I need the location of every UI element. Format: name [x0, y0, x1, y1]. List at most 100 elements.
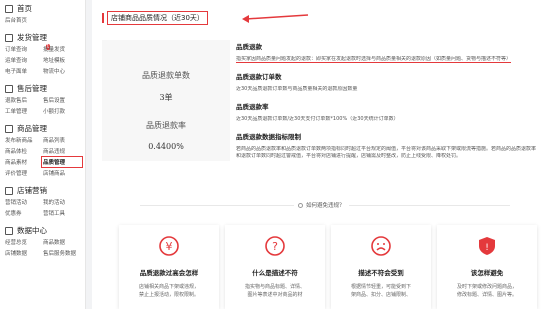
quality-summary-card: 品质退款单数 3单 品质退款率 0.4400%: [102, 40, 230, 161]
tile-penalty[interactable]: 描述不符会受到 根据情节轻重，可能受到下 架商品、扣分、店铺限制、: [331, 225, 431, 309]
question-icon: ?: [265, 236, 285, 256]
section-heading: 品质退款: [236, 43, 262, 51]
nav-item[interactable]: 电子面单: [5, 67, 43, 75]
svg-text:!: !: [485, 243, 489, 253]
nav-section: 发货管理 订单查询 1 批量发货 运单查询 地址模板 电子面单 物流中心: [0, 32, 85, 76]
tile-avoid[interactable]: ! 该怎样避免 及时下架或修改问题商品， 修改标题、详情、图片等。: [437, 225, 537, 309]
nav-row: 后台首页: [0, 14, 85, 25]
nav-section: 数据中心经营总览 商品数据 店铺数据 售后服务数据: [0, 225, 85, 258]
tile-desc: 图片等表述中对商品的材: [247, 292, 303, 298]
refund-count-label: 品质退款单数: [142, 71, 190, 80]
data-icon: [5, 226, 13, 235]
nav-row: 评价管理 店铺商品: [0, 167, 85, 178]
tile-desc: 根据情节轻重，可能受到下: [350, 284, 411, 290]
nav-item[interactable]: 运单查询: [5, 56, 43, 64]
nav-item[interactable]: 店铺数据: [5, 249, 43, 257]
nav-item[interactable]: 评价管理: [5, 169, 43, 177]
tile-title: 该怎样避免: [470, 269, 504, 277]
nav-section-5[interactable]: 数据中心: [0, 225, 85, 236]
nav-section: 店铺营销 营销活动 我的活动 优惠券 营销工具: [0, 185, 85, 218]
nav-row: 商品素材 品质管理: [0, 155, 85, 168]
nav-row: 商品体检 商品违规: [0, 145, 85, 156]
section-text: 近30天品质退款订单数/近30天支付订单数*100%（近30天统计订单数）: [236, 116, 399, 122]
nav-item[interactable]: 店铺商品: [43, 169, 81, 177]
nav-section-3[interactable]: 商品管理: [0, 123, 85, 134]
nav-section-title: 发货管理: [17, 33, 47, 42]
goods-icon: [5, 124, 13, 133]
nav-row: 运单查询 地址模板: [0, 54, 85, 65]
page-title: 店铺商品品质情况（近30天）: [102, 10, 208, 26]
svg-text:¥: ¥: [166, 240, 173, 253]
nav-row: 电子面单 物流中心: [0, 65, 85, 76]
nav-item[interactable]: 发布新商品: [5, 136, 43, 144]
nav-section-4[interactable]: 店铺营销: [0, 185, 85, 196]
circle-icon: [298, 202, 303, 208]
nav-item[interactable]: 商品列表: [43, 136, 81, 144]
nav-row: 营销活动 我的活动: [0, 196, 85, 207]
section-text: 近30天品质退款订单数与商品质量相关的退款原因数量: [236, 86, 358, 92]
section-heading: 品质退款数据指标限制: [236, 133, 301, 141]
nav-row: 优惠券 营销工具: [0, 207, 85, 218]
nav-item[interactable]: 商品违规: [43, 147, 81, 155]
divider-text: 如何避免违规？: [306, 203, 345, 209]
nav-section-title: 售后管理: [17, 84, 47, 93]
nav-item[interactable]: 我的活动: [43, 198, 81, 206]
section-heading: 品质退款率: [236, 103, 269, 111]
tile-desc: 店铺相关商品下架或违规，: [138, 284, 199, 290]
home-icon: [5, 4, 13, 13]
nav-section-title: 首页: [17, 4, 32, 13]
nav-item[interactable]: 订单查询 1: [5, 43, 50, 53]
tile-desc: 及时下架或修改问题商品，: [456, 284, 517, 290]
nav-section-title: 商品管理: [17, 124, 47, 133]
nav-item[interactable]: 售后服务数据: [43, 249, 81, 257]
nav-item[interactable]: 工单管理: [5, 107, 43, 115]
nav-section: 商品管理 发布新商品 商品列表 商品体检 商品违规 商品素材 品质管理 评价管理 店铺商品: [0, 123, 85, 178]
sidebar: 首页 后台首页 发货管理 订单查询 1 批量发货 运单查询 地址模板 电子面单 物流中心 售后管理退…: [0, 0, 86, 309]
tile-desc: 禁止上报活动，限权限制。: [138, 292, 199, 298]
definitions: 品质退款 指买家因商品质量问题发起的退款：即买家在发起退款时选择与商品质量相关的…: [236, 41, 554, 168]
nav-item[interactable]: 品质管理: [41, 155, 83, 168]
tile-high-refund[interactable]: ¥ 品质退款过高会怎样 店铺相关商品下架或违规， 禁止上报活动，限权限制。: [119, 225, 219, 309]
annotation-arrow-icon: [242, 14, 309, 23]
main-panel: 店铺商品品质情况（近30天） 品质退款单数 3单 品质退款率 0.4400% 品…: [92, 0, 560, 309]
tile-title: 描述不符会受到: [358, 269, 404, 277]
refund-rate-value: 0.4400%: [148, 142, 184, 151]
nav-section-title: 数据中心: [17, 226, 47, 235]
nav-row: 退款售后 售后设置: [0, 94, 85, 105]
nav-section-1[interactable]: 发货管理: [0, 32, 85, 43]
nav-item[interactable]: 商品素材: [5, 158, 43, 166]
section-text: 和退款订单数同时超过警戒值，平台将对店铺进行提醒，店铺需及时整改，防止上线受限、…: [236, 153, 462, 159]
nav-item[interactable]: 小额打款: [43, 107, 81, 115]
nav-section-2[interactable]: 售后管理: [0, 83, 85, 94]
nav-section-title: 店铺营销: [17, 186, 47, 195]
nav-item[interactable]: 售后设置: [43, 96, 81, 104]
nav-item[interactable]: 优惠券: [5, 209, 43, 217]
nav-row: 店铺数据 售后服务数据: [0, 247, 85, 258]
refund-rate-label: 品质退款率: [146, 121, 186, 130]
nav-item[interactable]: 后台首页: [5, 16, 43, 24]
refund-count-value: 3单: [159, 93, 173, 102]
section-heading: 品质退款订单数: [236, 73, 282, 81]
nav-row: 工单管理 小额打款: [0, 105, 85, 116]
nav-item[interactable]: 物流中心: [43, 67, 81, 75]
tile-mismatch[interactable]: ? 什么是描述不符 指实物与商品标题、详情、 图片等表述中对商品的材: [225, 225, 325, 309]
nav-section-0[interactable]: 首页: [0, 3, 85, 14]
shipping-icon: [5, 33, 13, 42]
section-text: 若商品的品质退款率和品质退款订单数两项指标同时超过平台规定的阈值，平台将对该商品…: [236, 146, 537, 152]
nav-item[interactable]: 退款售后: [5, 96, 43, 104]
svg-text:?: ?: [272, 240, 278, 253]
definition-text-highlight: 指买家因商品质量问题发起的退款：即买家在发起退款时选择与商品质量相关的退款原因（…: [236, 56, 512, 63]
tile-title: 品质退款过高会怎样: [139, 269, 199, 277]
nav-item[interactable]: 经营总览: [5, 238, 43, 246]
nav-item[interactable]: 地址模板: [43, 56, 81, 64]
yen-icon: ¥: [159, 236, 179, 256]
shield-icon: !: [479, 237, 495, 255]
nav-item[interactable]: 营销工具: [43, 209, 81, 217]
tile-desc: 架商品、扣分、店铺限制、: [350, 292, 411, 298]
nav-item[interactable]: 商品数据: [43, 238, 81, 246]
nav-item[interactable]: 批量发货: [43, 45, 81, 53]
aftersale-icon: [5, 84, 13, 93]
nav-item[interactable]: 营销活动: [5, 198, 43, 206]
tile-desc: 指实物与商品标题、详情、: [244, 284, 305, 290]
nav-item[interactable]: 商品体检: [5, 147, 43, 155]
